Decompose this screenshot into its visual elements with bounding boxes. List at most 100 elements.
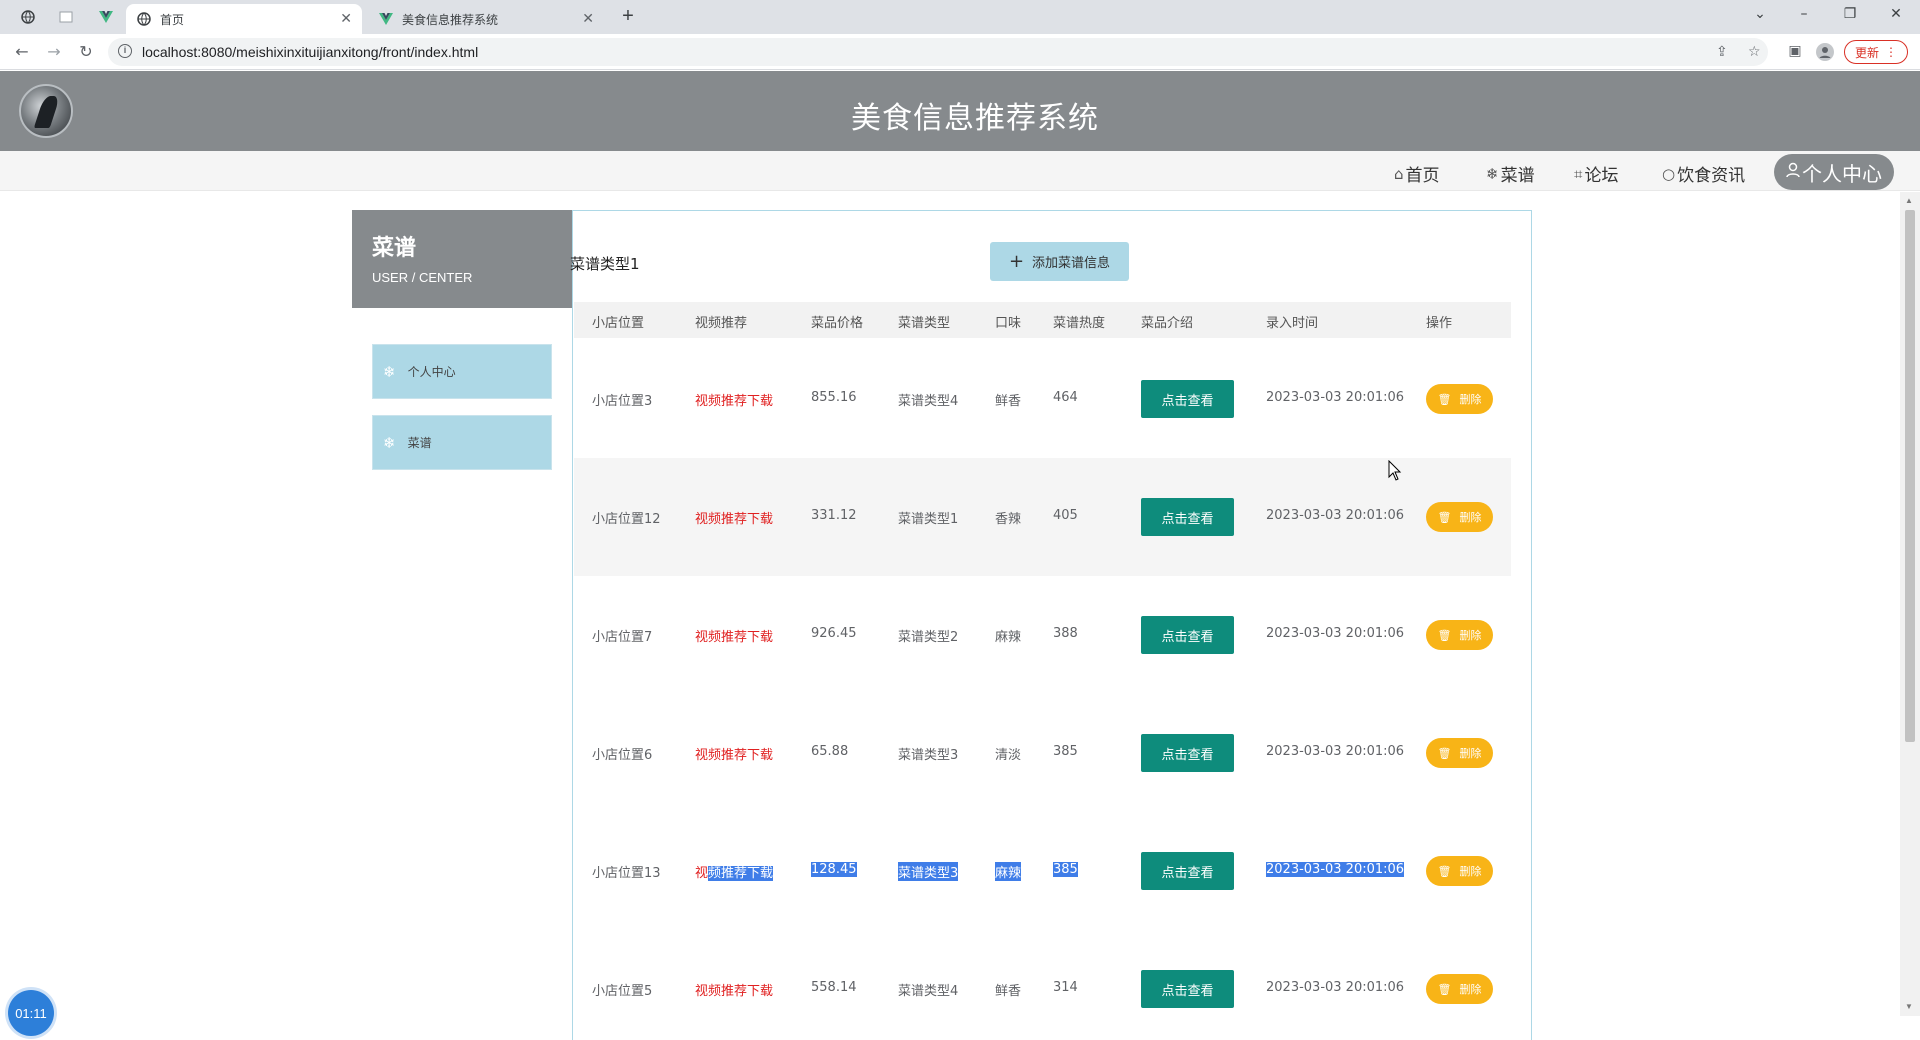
column-header: 视频推荐 xyxy=(695,316,748,331)
delete-label: 删除 xyxy=(1459,511,1482,524)
close-tab-icon[interactable]: ✕ xyxy=(582,11,594,27)
circle-icon: ○ xyxy=(1662,164,1676,183)
pinned-tab-page[interactable] xyxy=(54,6,78,28)
sidebar-item-recipes[interactable]: ❄ 菜谱 xyxy=(372,415,552,470)
new-tab-button[interactable]: + xyxy=(616,5,640,28)
table-row: 小店位置13 视频推荐下载 128.45 菜谱类型3 麻辣 385 点击查看 2… xyxy=(574,812,1511,930)
add-recipe-label: 添加菜谱信息 xyxy=(1032,256,1111,271)
tab-site[interactable]: 美食信息推荐系统 ✕ xyxy=(368,4,604,34)
pinned-tab-globe[interactable] xyxy=(16,6,40,28)
view-detail-button[interactable]: 点击查看 xyxy=(1141,852,1234,890)
view-detail-button[interactable]: 点击查看 xyxy=(1141,734,1234,772)
tab-search-icon[interactable]: ⌄ xyxy=(1748,6,1772,22)
scroll-up-arrow-icon[interactable]: ▲ xyxy=(1905,196,1913,205)
recording-timer[interactable]: 01:11 xyxy=(8,990,54,1036)
cell-taste: 鲜香 xyxy=(995,984,1022,999)
cell-location: 小店位置13 xyxy=(592,866,661,881)
cell-type: 菜谱类型3 xyxy=(898,748,959,763)
update-button[interactable]: 更新 ⋮ xyxy=(1844,40,1908,64)
cell-heat: 314 xyxy=(1053,980,1078,995)
reload-icon[interactable]: ↻ xyxy=(76,42,96,62)
video-download-link[interactable]: 视频推荐下载 xyxy=(695,508,773,527)
cell-heat: 385 xyxy=(1053,862,1078,877)
scroll-down-arrow-icon[interactable]: ▼ xyxy=(1905,1002,1913,1011)
table-row: 小店位置6 视频推荐下载 65.88 菜谱类型3 清淡 385 点击查看 202… xyxy=(574,694,1511,812)
nav-item-recipes[interactable]: ❄ 菜谱 xyxy=(1486,161,1535,187)
nav-item-user-center[interactable]: 个人中心 xyxy=(1774,154,1894,190)
sidebar-item-label: 个人中心 xyxy=(407,365,456,379)
column-header: 小店位置 xyxy=(592,316,645,331)
close-tab-icon[interactable]: ✕ xyxy=(340,11,352,27)
nav-item-forum[interactable]: ⌗ 论坛 xyxy=(1574,161,1619,187)
trash-icon: 🗑 xyxy=(1437,392,1452,406)
cell-type: 菜谱类型2 xyxy=(898,630,959,645)
delete-button[interactable]: 🗑 删除 xyxy=(1426,502,1493,532)
cell-time: 2023-03-03 20:01:06 xyxy=(1266,862,1405,877)
column-header: 录入时间 xyxy=(1266,316,1319,331)
cell-location: 小店位置3 xyxy=(592,394,653,409)
share-icon[interactable]: ⇪ xyxy=(1716,44,1728,60)
video-download-link[interactable]: 视频推荐下载 xyxy=(695,626,773,645)
column-header: 操作 xyxy=(1426,316,1453,331)
delete-button[interactable]: 🗑 删除 xyxy=(1426,384,1493,414)
back-arrow-icon[interactable]: ← xyxy=(12,42,32,62)
link-text-part: 视 xyxy=(695,866,709,881)
close-window-button[interactable]: ✕ xyxy=(1884,6,1908,22)
cell-heat: 385 xyxy=(1053,744,1078,759)
table-row: 小店位置5 视频推荐下载 558.14 菜谱类型4 鲜香 314 点击查看 20… xyxy=(574,930,1511,1040)
bookmark-star-icon[interactable]: ☆ xyxy=(1748,44,1761,60)
view-detail-button[interactable]: 点击查看 xyxy=(1141,380,1234,418)
nav-label: 首页 xyxy=(1405,166,1440,186)
url-text: localhost:8080/meishixinxituijianxitong/… xyxy=(142,44,479,60)
minimize-button[interactable]: – xyxy=(1792,6,1816,22)
address-bar[interactable]: i localhost:8080/meishixinxituijianxiton… xyxy=(108,38,1768,66)
cell-heat: 388 xyxy=(1053,626,1078,641)
scrollbar-thumb[interactable] xyxy=(1905,210,1915,742)
delete-button[interactable]: 🗑 删除 xyxy=(1426,856,1493,886)
nav-item-news[interactable]: ○ 饮食资讯 xyxy=(1662,161,1745,187)
mouse-cursor-icon xyxy=(1388,460,1402,481)
delete-button[interactable]: 🗑 删除 xyxy=(1426,620,1493,650)
sidebar-title: 菜谱 xyxy=(372,236,417,261)
cell-taste: 麻辣 xyxy=(995,862,1022,881)
cell-time: 2023-03-03 20:01:06 xyxy=(1266,508,1405,523)
pinned-tab-vue[interactable] xyxy=(94,6,118,28)
info-icon[interactable]: i xyxy=(118,44,132,58)
video-download-link[interactable]: 视频推荐下载 xyxy=(695,744,773,763)
trash-icon: 🗑 xyxy=(1437,746,1452,760)
tab-home[interactable]: 首页 ✕ xyxy=(126,4,362,34)
delete-button[interactable]: 🗑 删除 xyxy=(1426,974,1493,1004)
forward-arrow-icon[interactable]: → xyxy=(44,42,64,62)
site-title: 美食信息推荐系统 xyxy=(851,101,1099,136)
globe-icon xyxy=(136,11,152,27)
view-detail-button[interactable]: 点击查看 xyxy=(1141,498,1234,536)
video-download-link[interactable]: 视频推荐下载 xyxy=(695,980,773,999)
vue-logo-icon xyxy=(378,11,394,27)
trash-icon: 🗑 xyxy=(1437,982,1452,996)
delete-label: 删除 xyxy=(1459,629,1482,642)
view-detail-button[interactable]: 点击查看 xyxy=(1141,970,1234,1008)
nav-item-home[interactable]: ⌂ 首页 xyxy=(1394,161,1440,187)
video-download-link[interactable]: 视频推荐下载 xyxy=(695,390,773,409)
snowflake-icon: ❄ xyxy=(1486,164,1499,183)
trash-icon: 🗑 xyxy=(1437,628,1452,642)
cell-taste: 鲜香 xyxy=(995,394,1022,409)
cell-type: 菜谱类型3 xyxy=(898,862,959,881)
delete-button[interactable]: 🗑 删除 xyxy=(1426,738,1493,768)
delete-label: 删除 xyxy=(1459,393,1482,406)
cell-time: 2023-03-03 20:01:06 xyxy=(1266,744,1405,759)
sidepanel-icon[interactable]: ▣ xyxy=(1786,43,1804,61)
delete-label: 删除 xyxy=(1459,865,1482,878)
view-detail-button[interactable]: 点击查看 xyxy=(1141,616,1234,654)
cell-price: 128.45 xyxy=(811,862,857,877)
restore-button[interactable]: ❐ xyxy=(1838,6,1862,22)
snowflake-icon: ❄ xyxy=(383,362,396,381)
page-scrollbar[interactable]: ▲ ▼ xyxy=(1900,192,1920,1016)
add-recipe-button[interactable]: + 添加菜谱信息 xyxy=(990,242,1129,281)
sidebar-item-user-center[interactable]: ❄ 个人中心 xyxy=(372,344,552,399)
profile-icon[interactable] xyxy=(1816,43,1834,61)
video-download-link[interactable]: 视频推荐下载 xyxy=(695,862,774,881)
nav-label: 论坛 xyxy=(1584,166,1619,186)
tab-title: 美食信息推荐系统 xyxy=(402,12,499,27)
kebab-menu-icon: ⋮ xyxy=(1885,45,1897,59)
